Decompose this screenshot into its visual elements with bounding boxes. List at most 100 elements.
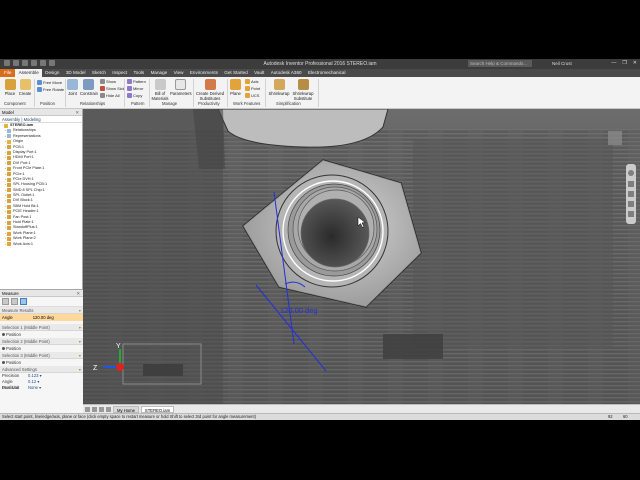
connector-slot [143,364,183,376]
tab-view[interactable]: View [170,69,186,77]
point-button[interactable]: Point [245,86,260,91]
tree-node[interactable]: + Work Axis:1 [0,242,82,247]
bore-hole [300,198,370,268]
ribbon-divider [265,79,266,107]
help-search-input[interactable]: Search Help & Commands... [468,60,532,67]
part-icon [7,150,11,155]
part-icon [7,215,11,220]
x-axis-dot [116,363,124,371]
status-count-documents: 60 [623,414,628,419]
group-relationships-label: Relationships [80,101,106,106]
selection-2-header[interactable]: Selection 2 (Middle Point) [0,338,83,345]
tab-scroll-right-icon[interactable] [92,406,97,412]
measure-results-header[interactable]: Measure Results [0,307,83,314]
free-rotate-button[interactable]: Free Rotate [37,87,64,92]
model-browser-panel: Model ✕ Assembly | Modeling − STEREO.iam +… [0,109,83,415]
browser-subtabs[interactable]: Assembly | Modeling [0,116,82,123]
tab-file[interactable]: File [0,69,16,77]
doc-tab-stereo[interactable]: STEREO.iam [140,405,175,413]
close-button[interactable]: ✕ [633,60,637,66]
tab-get-started[interactable]: Get Started [221,69,251,77]
orbit-icon[interactable] [628,201,634,207]
zoom-icon[interactable] [628,191,634,197]
part-icon [7,172,11,177]
advanced-settings-header[interactable]: Advanced Settings [0,366,83,373]
shrinkwrap-substitute-button[interactable]: Shrinkwrap Substitute [291,79,315,101]
pattern-icon [127,79,132,84]
measure-distance-icon[interactable] [2,298,9,305]
mirror-icon [127,86,132,91]
part-icon [7,177,11,182]
selection-3-header[interactable]: Selection 3 (Middle Point) [0,352,83,359]
tab-tools[interactable]: Tools [130,69,147,77]
part-icon [4,123,8,128]
copy-button[interactable]: Copy [127,93,142,98]
status-bar: Select start point, line/edge/axis, plan… [0,413,640,420]
viewcube[interactable] [608,131,622,145]
tab-autodesk-a360[interactable]: Autodesk A360 [268,69,305,77]
look-at-icon[interactable] [628,211,634,217]
parameters-icon [174,79,186,90]
constrain-button[interactable]: Constrain [80,79,98,96]
mirror-button[interactable]: Mirror [127,86,143,91]
part-icon [7,129,11,134]
part-icon [7,145,11,150]
bom-icon [154,79,166,90]
ucs-button[interactable]: UCS [245,93,259,98]
tab-scroll-left-icon[interactable] [85,406,90,412]
tab-manage[interactable]: Manage [147,69,170,77]
minimize-button[interactable]: — [611,60,616,66]
inventor-window: Autodesk Inventor Professional 2016 STER… [0,59,640,420]
selection-2-position: Position [0,345,83,352]
show-button[interactable]: Show [100,79,116,84]
tab-vault[interactable]: Vault [251,69,268,77]
doc-tab-my-home[interactable]: My Home [113,405,139,413]
selection-1-header[interactable]: Selection 1 (Middle Point) [0,324,83,331]
tab-environments[interactable]: Environments [187,69,221,77]
part-icon [7,156,11,161]
status-prompt: Select start point, line/edge/axis, plan… [2,414,256,419]
place-button[interactable]: Place [3,79,17,96]
model-panel-header: Model ✕ [0,109,82,116]
pattern-button[interactable]: Pattern [127,79,146,84]
maximize-button[interactable]: ❐ [622,60,626,66]
axis-button[interactable]: Axis [245,79,259,84]
tab-assemble[interactable]: Assemble [15,69,42,77]
dual-unit-select[interactable]: None ▾ [28,385,41,391]
pan-icon[interactable] [628,181,634,187]
close-icon[interactable]: ✕ [75,109,79,116]
tab-3d-model[interactable]: 3D Model [63,69,89,77]
hide-all-button[interactable]: Hide All [100,93,120,98]
measure-panel: Measure ✕ Measure Results Angle 120.00 d… [0,289,83,415]
close-icon[interactable]: ✕ [76,290,80,297]
graphics-viewport[interactable]: 120.00 deg Y Z [83,109,640,404]
tab-electromechanical[interactable]: Electromechanical [305,69,349,77]
show-sick-button[interactable]: Show Sick [100,86,125,91]
part-icon [7,226,11,231]
free-move-button[interactable]: Free Move [37,80,62,85]
full-navigation-wheel-icon[interactable] [628,170,634,176]
tab-inspect[interactable]: Inspect [109,69,130,77]
joint-icon [67,79,78,90]
shrinkwrap-button[interactable]: Shrinkwrap [268,79,290,96]
bill-of-materials-button[interactable]: Bill of Materials [151,79,169,101]
parameters-button[interactable]: Parameters [170,79,192,96]
joint-button[interactable]: Joint [66,79,79,96]
selection-3-position: Position [0,359,83,366]
create-button[interactable]: Create [18,79,32,96]
user-name[interactable]: Neil Crust [552,61,572,66]
plane-button[interactable]: Plane [229,79,242,96]
tile-windows-icon[interactable] [106,406,111,412]
create-derived-substitutes-button[interactable]: Create Derived Substitutes [195,79,225,101]
tab-sketch[interactable]: Sketch [89,69,109,77]
triad-y-label: Y [116,343,121,350]
measure-angle-icon[interactable] [20,298,27,305]
shrinkwrap-substitute-icon [297,79,309,90]
tab-design[interactable]: Design [42,69,63,77]
viewport-canvas[interactable]: 120.00 deg Y Z [83,109,640,404]
model-panel-title: Model [2,110,14,115]
part-icon [7,139,11,144]
measure-region-icon[interactable] [11,298,18,305]
part-icon [7,199,11,204]
tab-list-icon[interactable] [99,406,104,412]
